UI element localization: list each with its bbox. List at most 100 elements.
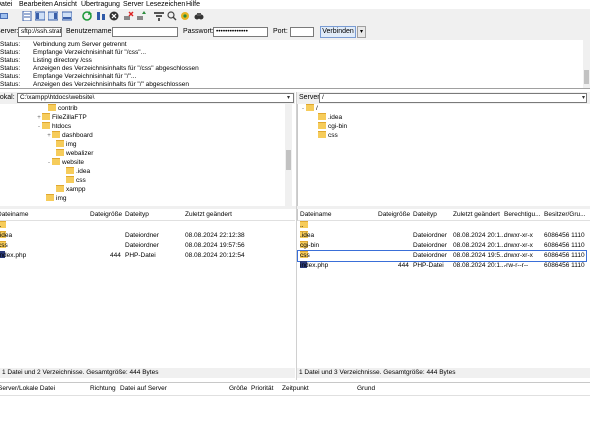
column-header[interactable]: Berechtigu... xyxy=(504,210,541,219)
folder-icon xyxy=(42,112,50,120)
folder-icon xyxy=(52,157,60,165)
menu-bearbeiten[interactable]: Bearbeiten xyxy=(19,0,53,9)
user-input[interactable] xyxy=(112,27,178,37)
sync-browse-icon[interactable] xyxy=(180,11,190,21)
tree-item[interactable]: css xyxy=(318,130,338,140)
column-header[interactable]: Dateityp xyxy=(125,210,149,219)
process-queue-icon[interactable] xyxy=(96,11,106,21)
toggle-local-tree-icon[interactable] xyxy=(35,11,45,21)
table-row[interactable]: css Dateiordner 08.08.2024 19:57:56 xyxy=(0,241,295,251)
column-header[interactable]: Grund xyxy=(357,385,375,393)
tree-item[interactable]: contrib xyxy=(48,104,78,113)
remote-status: 1 Datei und 3 Verzeichnisse. Gesamtgröße… xyxy=(297,368,590,378)
reconnect-icon[interactable] xyxy=(137,11,147,21)
column-header[interactable]: Zeitpunkt xyxy=(282,385,309,393)
table-row[interactable]: .. xyxy=(0,221,295,231)
connect-button[interactable]: Verbinden xyxy=(320,26,356,38)
disconnect-icon[interactable] xyxy=(124,11,134,21)
tree-item[interactable]: + dashboard xyxy=(46,130,93,140)
toggle-queue-icon[interactable] xyxy=(62,11,72,21)
connect-dropdown-icon[interactable]: ▾ xyxy=(357,26,366,38)
chevron-down-icon[interactable]: ▾ xyxy=(582,94,585,101)
tree-item[interactable]: img xyxy=(56,139,76,149)
password-input[interactable]: •••••••••••••• xyxy=(213,27,268,37)
menu-server[interactable]: Server xyxy=(123,0,144,9)
column-header[interactable]: Priorität xyxy=(251,385,273,393)
column-header[interactable]: Besitzer/Gru... xyxy=(544,210,586,219)
remote-list-header: Dateiname Dateigröße Dateityp Zuletzt ge… xyxy=(297,209,590,221)
local-list-header: Dateiname Dateigröße Dateityp Zuletzt ge… xyxy=(0,209,295,221)
column-header[interactable]: Dateigröße xyxy=(90,210,122,219)
table-row[interactable]: .idea Dateiordner 08.08.2024 22:12:38 xyxy=(0,231,295,241)
local-path-input[interactable]: C:\xampp\htdocs\website\ xyxy=(17,93,294,103)
toggle-remote-tree-icon[interactable] xyxy=(48,11,58,21)
toolbar xyxy=(0,9,590,24)
menu-uebertragung[interactable]: Übertragung xyxy=(81,0,120,9)
tree-item[interactable]: - htdocs xyxy=(36,121,71,131)
tree-item[interactable]: xampp xyxy=(56,184,86,194)
column-header[interactable]: Zuletzt geändert xyxy=(185,210,232,219)
log-scrollbar[interactable] xyxy=(583,40,590,88)
folder-icon xyxy=(48,104,56,111)
table-row[interactable]: index.php 444 PHP-Datei 08.08.2024 20:12… xyxy=(0,251,295,261)
toggle-log-icon[interactable] xyxy=(22,11,32,21)
chevron-down-icon[interactable]: ▾ xyxy=(287,94,290,101)
table-row[interactable]: .idea Dateiordner 08.08.2024 20:1... drw… xyxy=(298,231,586,241)
column-header[interactable]: Dateiname xyxy=(300,210,331,219)
tree-item[interactable]: css xyxy=(66,175,86,185)
menu-ansicht[interactable]: Ansicht xyxy=(54,0,77,9)
folder-icon xyxy=(306,104,314,111)
remote-tree: - / .idea cgi-bin css xyxy=(297,104,590,206)
table-row-selected[interactable]: css Dateiordner 08.08.2024 19:5... drwxr… xyxy=(297,250,587,262)
pane-divider[interactable] xyxy=(296,92,297,380)
local-tree-scroll-thumb[interactable] xyxy=(286,150,291,170)
table-row[interactable]: .. xyxy=(298,221,586,231)
server-input[interactable]: sftp://ssh.strato.de xyxy=(18,27,62,37)
column-header[interactable]: Dateigröße xyxy=(378,210,410,219)
column-header[interactable]: Größe xyxy=(229,385,247,393)
tree-item[interactable]: cgi-bin xyxy=(318,121,347,131)
tree-item[interactable]: .idea xyxy=(318,112,342,122)
column-header[interactable]: Richtung xyxy=(90,385,116,393)
remote-path-bar: Server: / ▾ xyxy=(297,92,590,104)
quickconnect-bar: Server: sftp://ssh.strato.de Benutzernam… xyxy=(0,24,590,40)
column-header[interactable]: Zuletzt geändert xyxy=(453,210,500,219)
folder-icon xyxy=(66,166,74,174)
password-label: Passwort: xyxy=(183,28,214,35)
search-icon[interactable] xyxy=(194,11,204,21)
cancel-icon[interactable] xyxy=(109,11,119,21)
remote-path-input[interactable]: / xyxy=(319,93,587,103)
tree-item[interactable]: + FileZillaFTP xyxy=(36,112,87,122)
column-header[interactable]: Dateityp xyxy=(413,210,437,219)
folder-icon xyxy=(66,175,74,183)
column-header[interactable]: Dateiname xyxy=(0,210,28,219)
tree-item[interactable]: .idea xyxy=(66,166,90,176)
server-label: Server: xyxy=(0,28,19,35)
tree-item[interactable]: webalizer xyxy=(56,148,93,158)
folder-icon xyxy=(56,184,64,192)
port-input[interactable] xyxy=(290,27,314,37)
local-tree: contrib + FileZillaFTP - htdocs + dashboard… xyxy=(0,104,295,206)
filter-icon[interactable] xyxy=(154,11,164,21)
menu-lesezeichen[interactable]: Lesezeichen xyxy=(146,0,185,9)
local-tree-scrollbar[interactable] xyxy=(285,104,292,206)
menu-hilfe[interactable]: Hilfe xyxy=(186,0,200,9)
tree-item[interactable]: - / xyxy=(300,104,318,113)
compare-icon[interactable] xyxy=(167,11,177,21)
menu-datei[interactable]: Datei xyxy=(0,0,12,9)
column-header[interactable]: Datei auf Server xyxy=(120,385,167,393)
log-scroll-thumb[interactable] xyxy=(584,70,589,84)
table-row[interactable]: cgi-bin Dateiordner 08.08.2024 20:1... d… xyxy=(298,241,586,251)
folder-icon xyxy=(52,130,60,138)
column-header[interactable]: Server/Lokale Datei xyxy=(0,385,55,393)
table-row[interactable]: index.php 444 PHP-Datei 08.08.2024 20:1.… xyxy=(298,261,586,271)
tree-item[interactable]: img xyxy=(46,193,66,203)
site-manager-icon[interactable] xyxy=(0,11,10,21)
folder-icon xyxy=(56,139,64,147)
tree-item[interactable]: - website xyxy=(46,157,84,167)
folder-icon xyxy=(318,121,326,129)
refresh-icon[interactable] xyxy=(82,11,92,21)
local-status: 1 Datei und 2 Verzeichnisse. Gesamtgröße… xyxy=(0,368,295,378)
queue-header: Server/Lokale Datei Richtung Datei auf S… xyxy=(0,382,590,396)
local-path-label: Lokal: xyxy=(0,94,15,101)
